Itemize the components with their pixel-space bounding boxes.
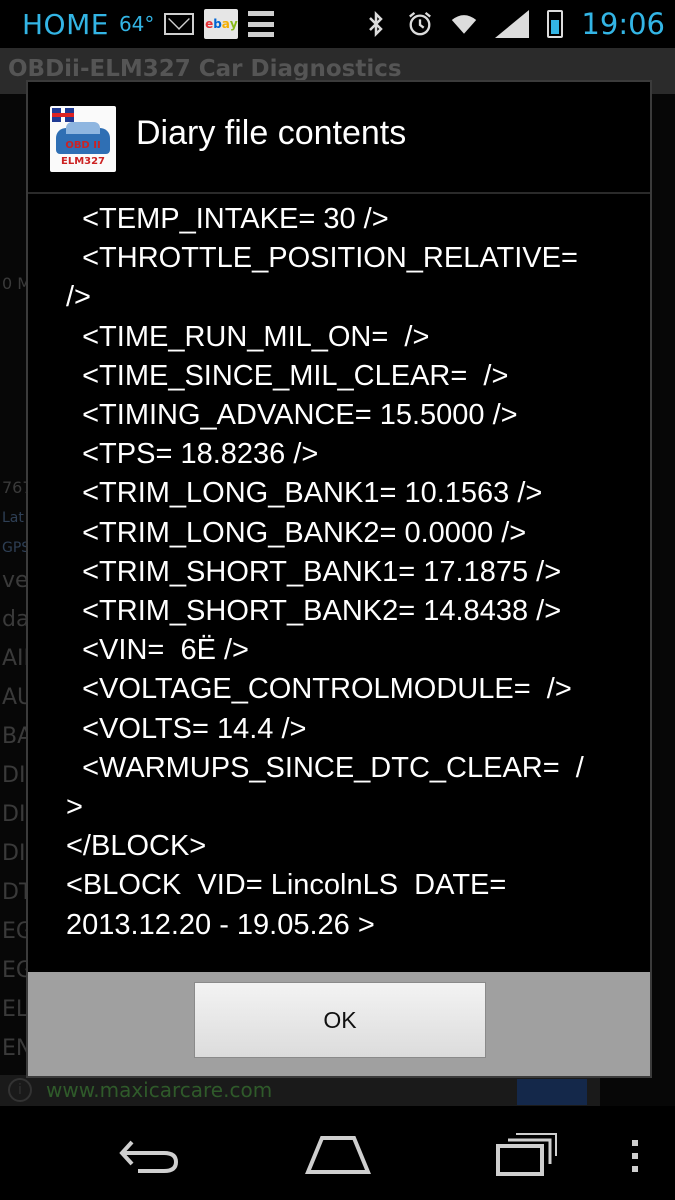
ebay-letter-b: b	[213, 17, 222, 31]
dialog-footer: OK	[28, 972, 650, 1076]
diary-line: <TRIM_LONG_BANK2= 0.0000 />	[66, 516, 527, 549]
diary-line: <TIME_RUN_MIL_ON= />	[66, 320, 430, 353]
diary-dialog: OBD II ELM327 Diary file contents <TEMP_…	[26, 80, 652, 1078]
diary-line: <TIMING_ADVANCE= 15.5000 />	[66, 399, 518, 432]
ok-button[interactable]: OK	[194, 982, 486, 1058]
diary-line: <THROTTLE_POSITION_RELATIVE=	[66, 242, 578, 275]
wifi-icon	[451, 11, 477, 37]
mail-icon	[164, 13, 195, 35]
home-icon[interactable]	[304, 1128, 372, 1178]
status-left: HOME 64° ebay	[22, 7, 275, 41]
back-icon[interactable]	[118, 1130, 182, 1176]
car-window	[66, 122, 100, 134]
diary-line: <TIME_SINCE_MIL_CLEAR= />	[66, 359, 509, 392]
app-icon: OBD II ELM327	[50, 106, 116, 172]
diary-line: </BLOCK>	[66, 830, 207, 863]
lat-label: Lat	[2, 510, 24, 526]
diary-line: <TEMP_INTAKE= 30 />	[66, 203, 389, 235]
diary-line: <VOLTAGE_CONTROLMODULE= />	[66, 673, 572, 706]
diary-content[interactable]: <TEMP_INTAKE= 30 /> <THROTTLE_POSITION_R…	[66, 200, 626, 945]
ebay-letter-a: a	[221, 17, 230, 31]
list-icon	[248, 11, 275, 37]
navigation-bar	[0, 1106, 675, 1200]
diary-line: <WARMUPS_SINCE_DTC_CLEAR= /	[66, 751, 584, 784]
status-bar: HOME 64° ebay 19:06	[0, 0, 675, 48]
ebay-letter-y: y	[229, 17, 238, 31]
signal-icon	[495, 10, 530, 38]
clock: 19:06	[581, 7, 665, 41]
ad-button[interactable]	[517, 1079, 587, 1105]
uk-flag-icon	[52, 108, 74, 122]
dialog-title: Diary file contents	[136, 114, 407, 152]
diary-line: >	[66, 791, 83, 824]
diary-line: <BLOCK VID= LincolnLS DATE=	[66, 869, 507, 902]
background-app-title: OBDii-ELM327 Car Diagnostics	[8, 56, 402, 82]
diary-line: <TPS= 18.8236 />	[66, 438, 319, 471]
diary-line: />	[66, 281, 91, 314]
app-icon-label-elm: ELM327	[60, 156, 106, 167]
recent-apps-icon[interactable]	[494, 1130, 558, 1176]
ad-text[interactable]: www.maxicarcare.com	[46, 1078, 272, 1102]
ebay-icon: ebay	[204, 9, 239, 39]
diary-line: <VOLTS= 14.4 />	[66, 712, 307, 745]
diary-line: <TRIM_SHORT_BANK2= 14.8438 />	[66, 595, 562, 628]
home-label: HOME	[22, 7, 109, 41]
diary-line: <VIN= 6Ë />	[66, 634, 249, 667]
ebay-letter-e: e	[205, 17, 214, 31]
bluetooth-icon	[363, 11, 389, 37]
status-right: 19:06	[363, 7, 665, 41]
diary-line: 2013.12.20 - 19.05.26 >	[66, 908, 375, 941]
dialog-header: OBD II ELM327 Diary file contents	[28, 82, 650, 194]
battery-icon	[547, 10, 564, 38]
ad-info-icon[interactable]: i	[8, 1078, 32, 1102]
diary-line: <TRIM_SHORT_BANK1= 17.1875 />	[66, 555, 562, 588]
temperature-label: 64°	[118, 12, 155, 36]
alarm-icon	[407, 11, 433, 37]
menu-icon[interactable]	[632, 1140, 640, 1172]
app-icon-label-obd: OBD II	[65, 140, 101, 151]
diary-line: <TRIM_LONG_BANK1= 10.1563 />	[66, 477, 543, 510]
